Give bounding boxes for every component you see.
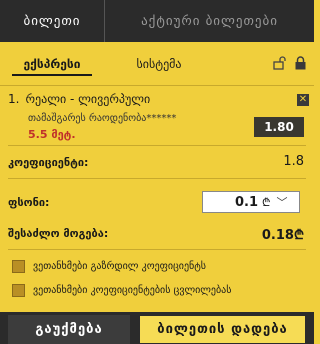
lari-icon: ₾ bbox=[262, 195, 271, 209]
tab-ticket[interactable]: ბილეთი bbox=[0, 0, 104, 42]
bet-number: 1. bbox=[8, 92, 20, 106]
bet-item: 1. რეალი - ლივერპული ✕ თამაშგარეს რაოდენო… bbox=[0, 88, 314, 144]
accept-higher-label: ვეთანხმები გაზრდილ კოეფიციენტს bbox=[33, 261, 207, 272]
subtab-system[interactable]: სისტემა bbox=[104, 42, 214, 85]
accept-higher-checkbox[interactable] bbox=[12, 260, 25, 273]
bet-minutes: 5.5 მეტ. bbox=[28, 128, 76, 141]
lock-icon[interactable] bbox=[295, 55, 306, 74]
divider bbox=[8, 145, 306, 146]
chevron-down-icon[interactable]: ﹀ bbox=[277, 194, 288, 210]
coefficient-value: 1.8 bbox=[283, 154, 304, 169]
cancel-button[interactable]: გაუქმება bbox=[8, 315, 130, 344]
accept-higher-option[interactable]: ვეთანხმები გაზრდილ კოეფიციენტს bbox=[12, 260, 206, 273]
subtab-express[interactable]: ექსპრესი bbox=[0, 42, 104, 85]
unlock-icon[interactable] bbox=[273, 55, 286, 74]
coefficient-label: კოეფიციენტი: bbox=[8, 156, 89, 169]
accept-changes-checkbox[interactable] bbox=[12, 284, 25, 297]
possible-win-value: 0.18₾ bbox=[262, 225, 304, 243]
stake-label: ფსონი: bbox=[8, 196, 50, 209]
top-tabs: ბილეთი აქტიური ბილეთები bbox=[0, 0, 314, 42]
stake-input[interactable]: 0.1 ₾ ﹀ bbox=[202, 191, 300, 213]
tab-active-tickets[interactable]: აქტიური ბილეთები bbox=[104, 0, 314, 42]
bet-market: თამაშგარეს რაოდენობა****** bbox=[28, 113, 177, 124]
divider bbox=[8, 249, 306, 250]
lari-icon: ₾ bbox=[293, 228, 304, 243]
bottom-bar: გაუქმება ბილეთის დადება bbox=[0, 312, 314, 344]
bet-match: რეალი - ლივერპული bbox=[25, 92, 151, 106]
divider bbox=[8, 178, 306, 179]
place-bet-button[interactable]: ბილეთის დადება bbox=[139, 315, 306, 344]
sub-tabs: ექსპრესი სისტემა bbox=[0, 42, 314, 86]
possible-win-amount: 0.18 bbox=[261, 228, 294, 243]
stake-value[interactable]: 0.1 bbox=[235, 195, 258, 210]
accept-changes-label: ვეთანხმები კოეფიციენტების ცვლილებას bbox=[33, 285, 232, 296]
bet-title: 1. რეალი - ლივერპული bbox=[8, 92, 150, 106]
bet-odd: 1.80 bbox=[254, 117, 304, 137]
possible-win-label: შესაძლო მოგება: bbox=[8, 227, 109, 240]
lock-controls bbox=[273, 55, 306, 74]
close-icon[interactable]: ✕ bbox=[297, 94, 309, 106]
accept-changes-option[interactable]: ვეთანხმები კოეფიციენტების ცვლილებას bbox=[12, 284, 231, 297]
